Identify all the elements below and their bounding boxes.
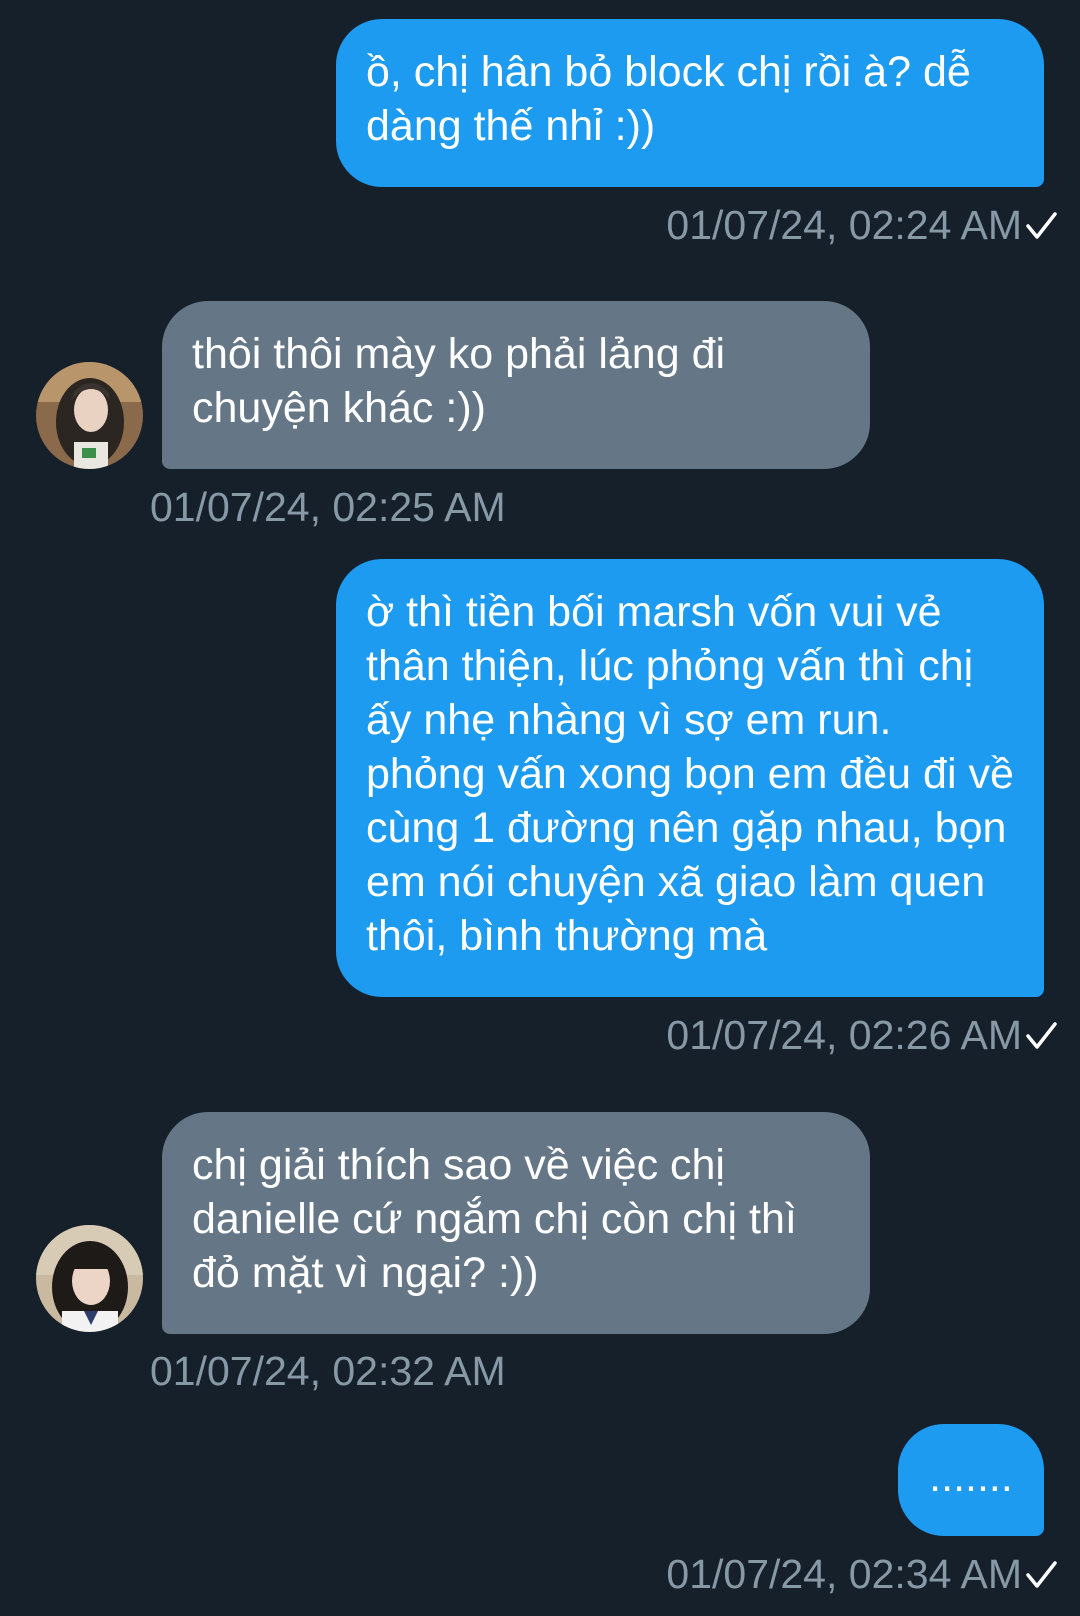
message-timestamp: 01/07/24, 02:34 AM <box>666 1551 1022 1597</box>
contact-avatar[interactable] <box>36 362 143 469</box>
outgoing-message-bubble[interactable]: ồ, chị hân bỏ block chị rồi à? dễ dàng t… <box>336 19 1044 187</box>
contact-avatar[interactable] <box>36 1225 143 1332</box>
chat-thread: ồ, chị hân bỏ block chị rồi à? dễ dàng t… <box>0 0 1080 1616</box>
message-timestamp: 01/07/24, 02:24 AM <box>666 202 1022 248</box>
checkmark-icon <box>1026 1022 1057 1049</box>
message-timestamp: 01/07/24, 02:25 AM <box>150 484 506 530</box>
incoming-message-bubble[interactable]: thôi thôi mày ko phải lảng đi chuyện khá… <box>162 301 870 469</box>
checkmark-icon <box>1026 1561 1057 1588</box>
outgoing-message-bubble[interactable]: ờ thì tiền bối marsh vốn vui vẻ thân thi… <box>336 559 1044 997</box>
message-timestamp: 01/07/24, 02:32 AM <box>150 1348 506 1394</box>
checkmark-icon <box>1026 212 1057 239</box>
incoming-message-bubble[interactable]: chị giải thích sao về việc chị danielle … <box>162 1112 870 1334</box>
message-timestamp: 01/07/24, 02:26 AM <box>666 1012 1022 1058</box>
outgoing-message-bubble[interactable]: ....... <box>898 1424 1044 1536</box>
